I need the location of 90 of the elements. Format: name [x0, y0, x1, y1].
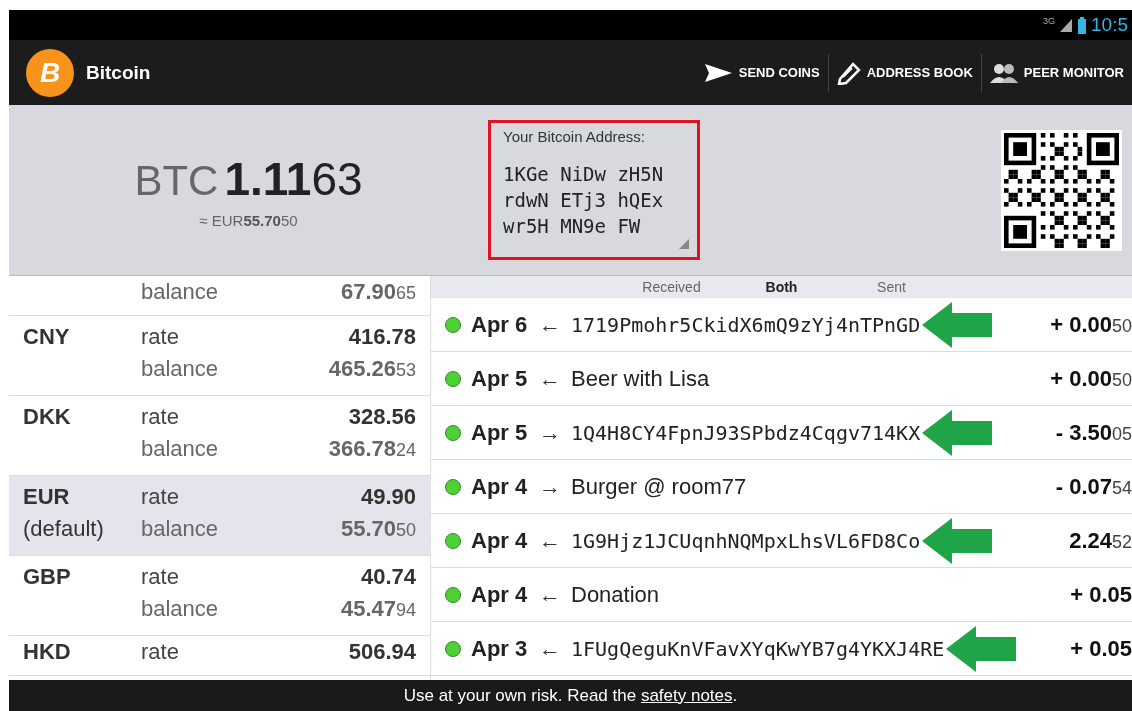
balance-label: balance: [141, 596, 220, 623]
balance-value: 55.7050: [339, 516, 416, 543]
rate-label: rate: [141, 564, 180, 591]
rate-row[interactable]: EUR (default) rate 49.90 balance 55.7050: [9, 476, 430, 556]
app-title: Bitcoin: [86, 61, 152, 84]
transaction-amount: + 0.05: [1070, 581, 1132, 608]
address-text: rdwN ETj3 hQEx: [503, 188, 665, 213]
send-icon: [703, 61, 733, 84]
currency-note: (default): [23, 516, 105, 543]
action-button[interactable]: PEER MONITOR: [981, 52, 1132, 93]
transaction-date: Apr 6: [471, 311, 529, 338]
status-dot-icon: [445, 640, 461, 657]
status-dot-icon: [445, 424, 461, 441]
direction-arrow: ←: [539, 527, 561, 554]
rate-label: rate: [141, 404, 180, 431]
rate-label: rate: [141, 324, 180, 351]
local-balance: ≈ EUR55.7050: [199, 211, 298, 229]
direction-arrow: →: [539, 473, 561, 500]
rate-value: 416.78: [347, 324, 416, 351]
rate-value: 49.90: [359, 484, 416, 511]
balance-value: 366.7824: [327, 436, 416, 463]
direction-arrow: →: [539, 419, 561, 446]
transaction-address: 1G9Hjz1JCUqnhNQMpxLhsVL6FD8Co: [571, 528, 921, 553]
footer-notice: Use at your own risk. Read the safety notes.: [403, 685, 738, 706]
clock-time: 10:5: [1091, 14, 1128, 36]
currency-code: GBP: [23, 564, 72, 591]
battery-icon: [1077, 16, 1087, 34]
balance-label: balance: [141, 436, 220, 463]
balance-label: balance: [141, 356, 220, 383]
rate-row[interactable]: balance 67.9065: [9, 276, 430, 316]
status-dot-icon: [445, 478, 461, 495]
transaction-amount: + 0.05: [1070, 635, 1132, 662]
address-text: wr5H MN9e FW: [503, 214, 642, 239]
balance-value: 67.9065: [339, 279, 416, 306]
direction-arrow: ←: [539, 365, 561, 392]
balance-value: 45.4794: [339, 596, 416, 623]
transaction-address: 1Q4H8CY4FpnJ93SPbdz4Cqgv714KX: [571, 420, 921, 445]
currency-code: EUR: [23, 484, 71, 511]
status-dot-icon: [445, 532, 461, 549]
filter-tab[interactable]: Both: [726, 276, 837, 298]
transaction-label: Donation: [571, 581, 660, 608]
transaction-address: 1FUgQeguKnVFavXYqKwYB7g4YKXJ4RE: [571, 636, 945, 661]
signal-icon: [1059, 17, 1073, 33]
transaction-date: Apr 5: [471, 365, 529, 392]
currency-code: CNY: [23, 324, 71, 351]
currency-code: DKK: [23, 404, 72, 431]
safety-notes-link[interactable]: safety notes: [640, 685, 733, 705]
balance-label: balance: [141, 516, 220, 543]
transaction-label: Burger @ room77: [571, 473, 747, 500]
transaction-date: Apr 4: [471, 581, 529, 608]
transaction-label: Beer with Lisa: [571, 365, 710, 392]
transaction-date: Apr 4: [471, 473, 529, 500]
rate-label: rate: [141, 639, 180, 666]
app-logo: B: [26, 48, 74, 97]
transaction-amount: + 0.0050: [1050, 311, 1132, 338]
pencil-icon: [836, 60, 861, 85]
transaction-amount: - 0.0754: [1055, 473, 1132, 500]
rate-row[interactable]: GBP rate 40.74 balance 45.4794: [9, 556, 430, 636]
action-button[interactable]: SEND COINS: [695, 52, 828, 93]
status-dot-icon: [445, 316, 461, 333]
people-icon: [989, 61, 1018, 84]
address-label: Your Bitcoin Address:: [503, 128, 647, 145]
btc-balance: BTC 1.1163: [134, 151, 363, 206]
transaction-date: Apr 3: [471, 635, 529, 662]
rate-value: 40.74: [359, 564, 416, 591]
rate-value: 328.56: [347, 404, 416, 431]
direction-arrow: ←: [539, 311, 561, 338]
direction-arrow: ←: [539, 581, 561, 608]
transaction-date: Apr 4: [471, 527, 529, 554]
network-type: 3G: [1043, 16, 1055, 26]
action-button[interactable]: ADDRESS BOOK: [828, 52, 981, 93]
rate-row[interactable]: HKD rate 506.94: [9, 636, 430, 676]
status-dot-icon: [445, 586, 461, 603]
rate-label: rate: [141, 484, 180, 511]
transaction-amount: - 3.5005: [1055, 419, 1132, 446]
transaction-amount: + 0.0050: [1050, 365, 1132, 392]
rate-value: 506.94: [347, 639, 416, 666]
status-dot-icon: [445, 370, 461, 387]
rate-row[interactable]: CNY rate 416.78 balance 465.2653: [9, 316, 430, 396]
transaction-address: 1719Pmohr5CkidX6mQ9zYj4nTPnGD: [571, 312, 921, 337]
balance-label: balance: [141, 279, 220, 306]
filter-tab[interactable]: Sent: [836, 276, 947, 298]
direction-arrow: ←: [539, 635, 561, 662]
address-text: 1KGe NiDw zH5N: [503, 162, 665, 187]
transaction-amount: 2.2452: [1069, 527, 1132, 554]
resize-handle-icon: [679, 239, 689, 249]
currency-code: HKD: [23, 639, 72, 666]
transaction-date: Apr 5: [471, 419, 529, 446]
filter-tab[interactable]: Received: [616, 276, 727, 298]
balance-value: 465.2653: [327, 356, 416, 383]
